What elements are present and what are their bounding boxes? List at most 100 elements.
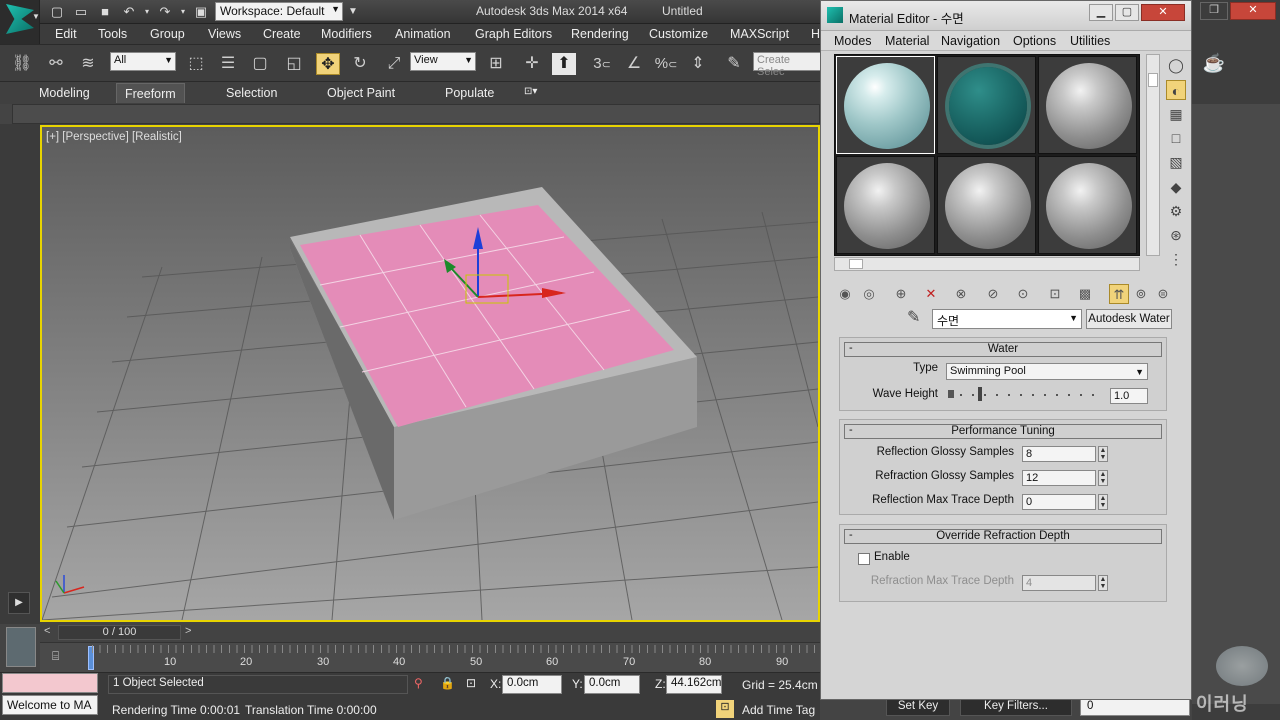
sample-type-icon[interactable]: ◯ (1166, 55, 1186, 75)
slots-horizontal-scrollbar[interactable] (834, 257, 1140, 271)
sample-slot[interactable] (836, 156, 935, 254)
scroll-thumb[interactable] (1148, 73, 1158, 87)
mini-listener-icon[interactable] (6, 627, 36, 667)
create-selection-set-field[interactable]: Create Selec (753, 52, 823, 78)
workspace-dropdown[interactable]: Workspace: Default ▼ (215, 2, 343, 21)
bind-space-warp-icon[interactable]: ≋ (76, 53, 100, 75)
material-map-navigator-icon[interactable]: ⊜ (1153, 284, 1173, 304)
scroll-thumb[interactable] (849, 259, 863, 269)
go-to-parent-icon[interactable]: ⇈ (1109, 284, 1129, 304)
ribbon-options-icon[interactable]: ⊡▾ (524, 86, 537, 97)
keyboard-shortcut-override-icon[interactable]: ⬆ (552, 53, 576, 75)
link-icon[interactable]: ⛓ (10, 53, 34, 75)
wave-height-slider-thumb[interactable] (978, 387, 982, 401)
material-type-button[interactable]: Autodesk Water (1086, 309, 1172, 329)
percent-snap-icon[interactable]: %⊂ (654, 53, 678, 75)
refraction-max-trace-depth-field[interactable]: 4 (1022, 575, 1096, 591)
tab-populate[interactable]: Populate (445, 86, 494, 100)
redo-icon[interactable]: ↷ (156, 3, 174, 20)
spinner-icon[interactable]: ▲ ▼ (1098, 446, 1108, 462)
maxscript-listener-field[interactable] (2, 673, 98, 693)
redo-dropdown-icon[interactable]: ▾ (174, 3, 192, 20)
select-and-move-icon[interactable]: ✥ (316, 53, 340, 75)
undo-dropdown-icon[interactable]: ▾ (138, 3, 156, 20)
make-unique-icon[interactable]: ⊗ (951, 284, 971, 304)
sample-slot[interactable] (937, 56, 1036, 154)
material-name-dropdown[interactable]: 수면 ▼ (932, 309, 1082, 329)
select-manipulate-icon[interactable]: ✛ (520, 53, 544, 75)
play-icon[interactable]: ▶ (8, 592, 30, 614)
rectangular-selection-icon[interactable]: ▢ (248, 53, 272, 75)
menu-edit[interactable]: Edit (55, 27, 77, 41)
slots-vertical-scrollbar[interactable] (1146, 54, 1160, 256)
water-type-dropdown[interactable]: Swimming Pool ▼ (946, 363, 1148, 380)
enable-checkbox[interactable] (858, 553, 870, 565)
reflection-glossy-samples-field[interactable]: 8 (1022, 446, 1096, 462)
sample-slot-active[interactable] (836, 56, 935, 154)
menu-animation[interactable]: Animation (395, 27, 451, 41)
restore-window-icon[interactable]: ❐ (1200, 2, 1228, 20)
angle-snap-icon[interactable]: ∠ (622, 53, 646, 75)
window-crossing-icon[interactable]: ◱ (282, 53, 306, 75)
backlight-icon[interactable]: ◐ (1166, 80, 1186, 100)
pick-material-from-object-icon[interactable]: ✎ (907, 307, 929, 329)
menu-group[interactable]: Group (150, 27, 185, 41)
override-rollout-header[interactable]: - Override Refraction Depth (844, 529, 1162, 544)
water-rollout-header[interactable]: - Water (844, 342, 1162, 357)
spinner-icon[interactable]: ▲ ▼ (1098, 494, 1108, 510)
reflection-max-trace-depth-field[interactable]: 0 (1022, 494, 1096, 510)
reference-coordinate-dropdown[interactable]: View ▼ (410, 52, 476, 71)
select-by-material-icon[interactable]: ⊛ (1166, 225, 1186, 245)
material-editor-titlebar[interactable]: Material Editor - 수면 ▁ ▢ ✕ (821, 1, 1191, 31)
app-logo-button[interactable]: ▼ (0, 0, 40, 44)
x-coord-field[interactable]: 0.0cm (502, 675, 562, 694)
open-mini-curve-editor-icon[interactable]: ⌸ (52, 649, 59, 664)
menu-modifiers[interactable]: Modifiers (321, 27, 372, 41)
make-preview-icon[interactable]: ◆ (1166, 177, 1186, 197)
sample-uv-tiling-icon[interactable]: □ (1166, 128, 1186, 148)
absolute-mode-icon[interactable]: ⊡ (466, 676, 476, 690)
track-bar[interactable]: ⌸ 10 20 30 40 50 60 70 80 90 (40, 642, 820, 672)
snaps-toggle-icon[interactable]: 3⊂ (590, 53, 614, 75)
show-end-result-icon[interactable]: ▩ (1075, 284, 1095, 304)
app-close-icon[interactable]: ✕ (1230, 2, 1276, 20)
close-icon[interactable]: ✕ (1141, 4, 1185, 21)
lock-selection-icon[interactable]: 🔒 (440, 676, 455, 690)
welcome-field[interactable]: Welcome to MA (2, 695, 98, 715)
sample-slot[interactable] (1038, 56, 1137, 154)
tab-freeform[interactable]: Freeform (116, 83, 185, 103)
get-material-icon[interactable]: ◉ (835, 284, 855, 304)
add-time-tag-button[interactable]: Add Time Tag (742, 703, 815, 717)
me-menu-material[interactable]: Material (885, 34, 929, 48)
edit-named-selection-icon[interactable]: ✎ (722, 53, 746, 75)
chevron-right-icon[interactable]: > (185, 625, 191, 637)
wave-height-field[interactable]: 1.0 (1110, 388, 1148, 404)
spinner-snap-icon[interactable]: ⇕ (686, 53, 710, 75)
menu-tools[interactable]: Tools (98, 27, 127, 41)
tab-modeling[interactable]: Modeling (39, 86, 90, 100)
time-tag-icon[interactable]: ⊡ (716, 700, 734, 718)
me-menu-options[interactable]: Options (1013, 34, 1056, 48)
sample-slot[interactable] (937, 156, 1036, 254)
project-folder-icon[interactable]: ▣ (192, 3, 210, 20)
menu-maxscript[interactable]: MAXScript (730, 27, 789, 41)
selection-filter-dropdown[interactable]: All ▼ (110, 52, 176, 71)
go-forward-sibling-icon[interactable]: ⊚ (1131, 284, 1151, 304)
y-coord-field[interactable]: 0.0cm (584, 675, 640, 694)
teapot-icon[interactable]: ☕ (1194, 44, 1234, 82)
menu-views[interactable]: Views (208, 27, 241, 41)
select-and-rotate-icon[interactable]: ↻ (348, 53, 372, 75)
select-by-name-icon[interactable]: ☰ (216, 53, 240, 75)
minimize-icon[interactable]: ▁ (1089, 4, 1113, 21)
pivot-center-icon[interactable]: ⊞ (484, 53, 508, 75)
reset-map-icon[interactable]: ✕ (921, 284, 941, 304)
put-to-library-icon[interactable]: ⊘ (983, 284, 1003, 304)
menu-graph-editors[interactable]: Graph Editors (475, 27, 552, 41)
material-id-icon[interactable]: ⊙ (1013, 284, 1033, 304)
perspective-viewport[interactable]: [+] [Perspective] [Realistic] (40, 125, 820, 622)
select-and-scale-icon[interactable]: ⤢ (382, 53, 406, 75)
me-menu-navigation[interactable]: Navigation (941, 34, 1000, 48)
material-navigator-icon[interactable]: ⋮ (1166, 249, 1186, 269)
put-to-scene-icon[interactable]: ◎ (859, 284, 879, 304)
spinner-icon[interactable]: ▲ ▼ (1098, 575, 1108, 591)
